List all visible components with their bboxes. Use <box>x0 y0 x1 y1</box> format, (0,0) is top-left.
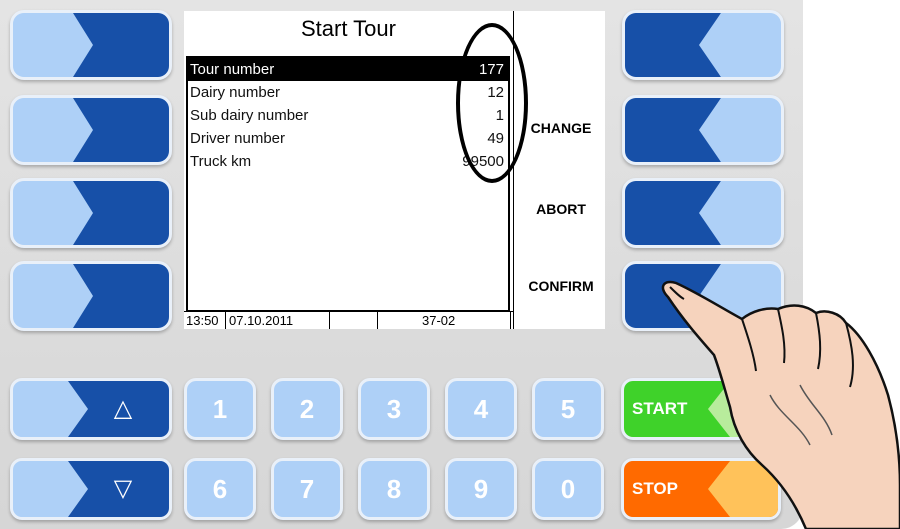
digit-key-8[interactable]: 8 <box>358 458 430 520</box>
table-row[interactable]: Truck km 99500 <box>188 150 508 173</box>
status-divider <box>225 312 226 329</box>
digit-key-9[interactable]: 9 <box>445 458 517 520</box>
right-softkey-abort[interactable] <box>622 178 784 248</box>
up-arrow-icon: △ <box>113 395 133 422</box>
left-softkey-2[interactable] <box>10 95 172 165</box>
menu-change[interactable]: CHANGE <box>519 120 603 136</box>
arrow-up-key[interactable]: △ <box>10 378 172 440</box>
digit-key-0[interactable]: 0 <box>532 458 604 520</box>
digit-key-5[interactable]: 5 <box>532 378 604 440</box>
left-softkey-3[interactable] <box>10 178 172 248</box>
status-divider <box>377 312 378 329</box>
row-label: Tour number <box>190 61 275 78</box>
digit-key-6[interactable]: 6 <box>184 458 256 520</box>
status-date: 07.10.2011 <box>229 313 294 328</box>
row-label: Dairy number <box>190 84 281 101</box>
digit-key-7[interactable]: 7 <box>271 458 343 520</box>
screen-title: Start Tour <box>301 16 396 41</box>
arrow-down-key[interactable]: ▽ <box>10 458 172 520</box>
left-softkey-4[interactable] <box>10 261 172 331</box>
digit-key-4[interactable]: 4 <box>445 378 517 440</box>
digit-key-3[interactable]: 3 <box>358 378 430 440</box>
row-label: Driver number <box>190 130 286 147</box>
status-divider <box>510 312 511 329</box>
right-softkey-1[interactable] <box>622 10 784 80</box>
down-arrow-icon: ▽ <box>113 475 133 502</box>
status-divider <box>329 312 330 329</box>
menu-abort[interactable]: ABORT <box>519 201 603 217</box>
status-time: 13:50 <box>186 313 219 328</box>
digit-key-1[interactable]: 1 <box>184 378 256 440</box>
status-code: 37-02 <box>422 313 456 328</box>
row-label: Truck km <box>190 153 252 170</box>
display-screen: Start Tour Tour number 177 Dairy number … <box>184 11 605 329</box>
menu-confirm[interactable]: CONFIRM <box>519 278 603 294</box>
status-bar: 13:50 07.10.2011 37-02 <box>184 311 513 330</box>
pointing-hand-icon <box>661 280 900 529</box>
right-softkey-change[interactable] <box>622 95 784 165</box>
row-label: Sub dairy number <box>190 107 309 124</box>
highlight-oval <box>456 23 528 183</box>
digit-key-2[interactable]: 2 <box>271 378 343 440</box>
left-softkey-1[interactable] <box>10 10 172 80</box>
